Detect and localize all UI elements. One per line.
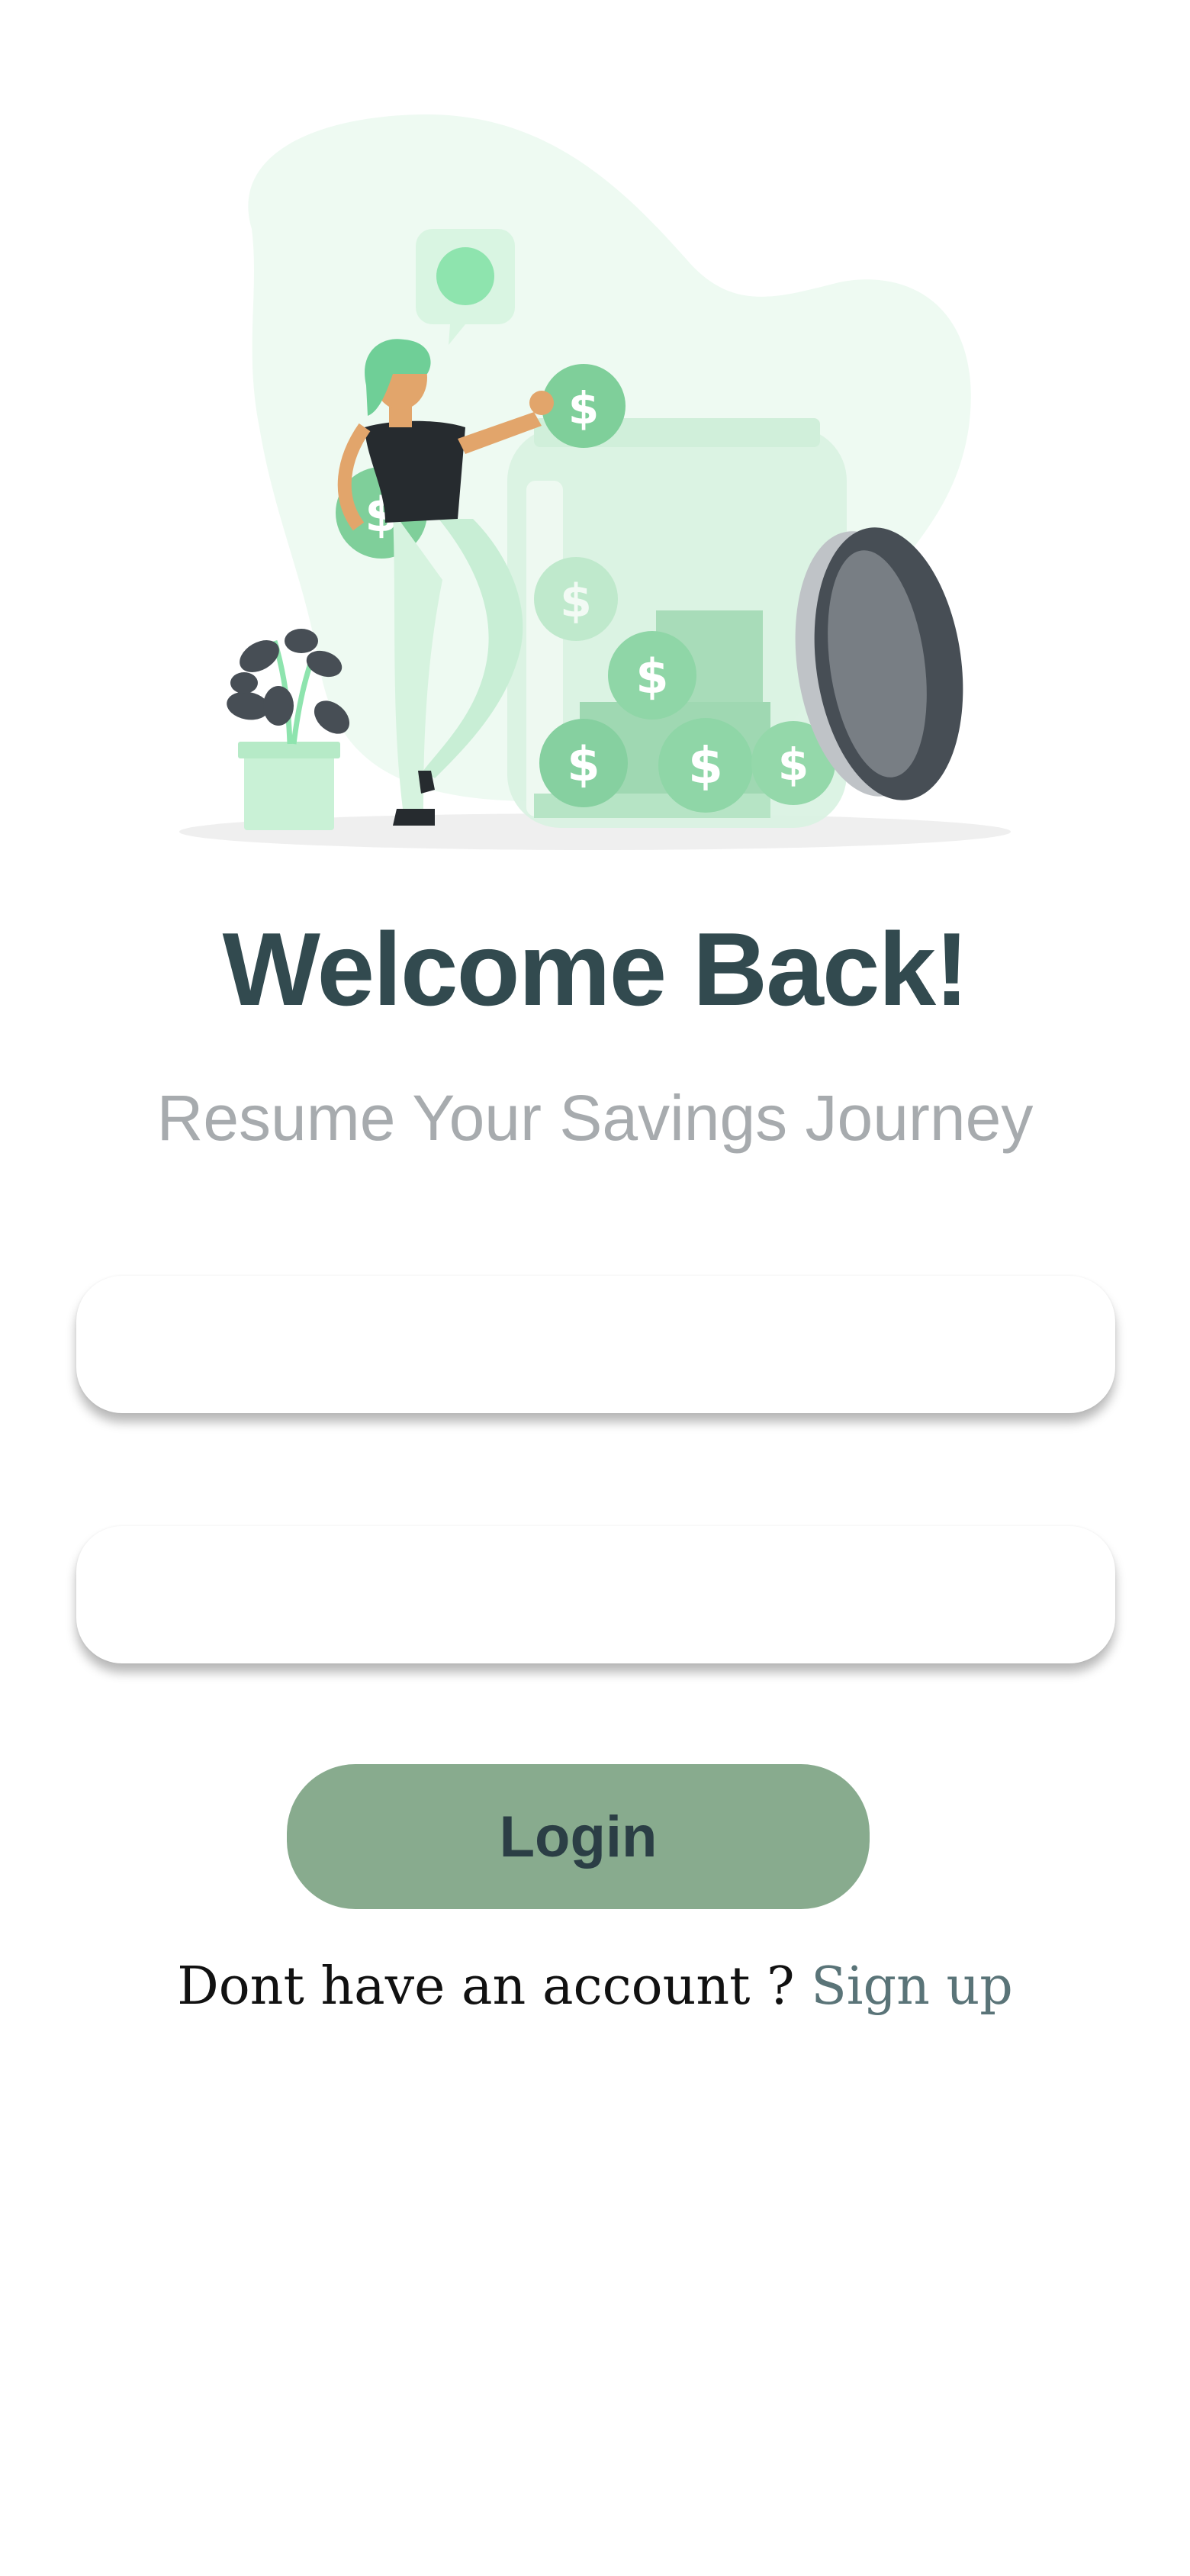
svg-text:$: $ — [688, 736, 723, 795]
svg-text:$: $ — [635, 649, 668, 704]
savings-jar-illustration: $ $ $ $ $ $ $ — [0, 0, 1190, 870]
svg-text:$: $ — [567, 736, 600, 792]
potted-plant-icon — [227, 629, 350, 830]
page-title: Welcome Back! — [222, 911, 970, 1027]
signup-prompt-text: Dont have an account ? — [177, 1956, 812, 2017]
login-button[interactable]: Login — [287, 1764, 870, 1909]
username-input[interactable] — [76, 1276, 1115, 1413]
signup-prompt-row: Dont have an account ? Sign up — [0, 1949, 1190, 2025]
svg-text:$: $ — [568, 382, 599, 434]
signup-link[interactable]: Sign up — [811, 1956, 1013, 2017]
password-input[interactable] — [76, 1526, 1115, 1663]
page-subtitle: Resume Your Savings Journey — [156, 1082, 1034, 1154]
svg-text:$: $ — [778, 739, 809, 791]
svg-text:$: $ — [560, 575, 592, 628]
